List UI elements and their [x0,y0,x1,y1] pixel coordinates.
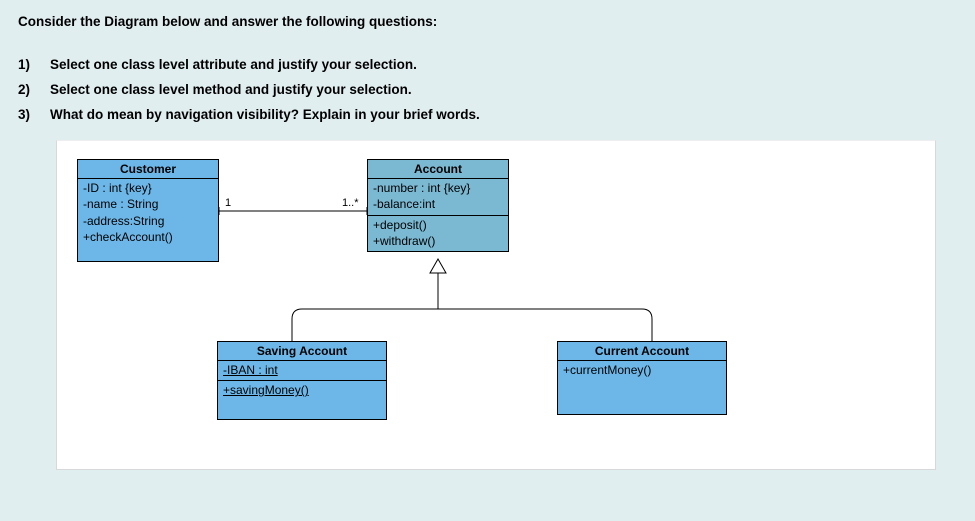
question-1: 1) Select one class level attribute and … [18,57,957,72]
attribute: -number : int {key} [373,180,503,196]
question-text: What do mean by navigation visibility? E… [50,107,480,122]
class-name: Saving Account [218,342,386,361]
class-name: Account [368,160,508,179]
class-name: Current Account [558,342,726,361]
class-saving-account: Saving Account -IBAN : int +savingMoney(… [217,341,387,420]
question-text: Select one class level attribute and jus… [50,57,417,72]
question-3: 3) What do mean by navigation visibility… [18,107,957,122]
attribute: -balance:int [373,196,503,212]
class-current-account: Current Account +currentMoney() [557,341,727,415]
multiplicity-right: 1..* [342,197,359,209]
operation: +withdraw() [373,233,503,249]
operation: +deposit() [373,217,503,233]
operation: +currentMoney() [563,362,721,378]
attribute: -address:String [83,213,213,229]
question-number: 2) [18,82,50,97]
uml-diagram: 1 1..* Customer -ID : int {key} -name : … [56,140,936,470]
attribute: -ID : int {key} [83,180,213,196]
question-number: 1) [18,57,50,72]
attribute: -IBAN : int [223,362,381,378]
class-name: Customer [78,160,218,179]
class-customer: Customer -ID : int {key} -name : String … [77,159,219,262]
operation: +checkAccount() [83,229,213,245]
question-number: 3) [18,107,50,122]
multiplicity-left: 1 [225,197,231,209]
page-heading: Consider the Diagram below and answer th… [18,14,957,29]
operation: +savingMoney() [223,382,381,398]
question-text: Select one class level method and justif… [50,82,412,97]
question-2: 2) Select one class level method and jus… [18,82,957,97]
class-account: Account -number : int {key} -balance:int… [367,159,509,252]
attribute: -name : String [83,196,213,212]
